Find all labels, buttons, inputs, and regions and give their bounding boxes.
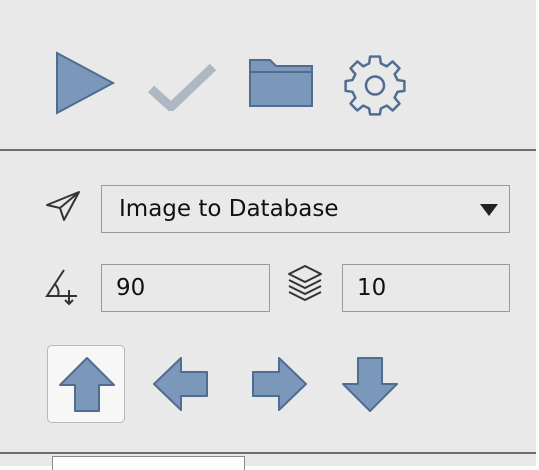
layers-icon (285, 262, 325, 306)
control-panel: Image to Database (0, 0, 536, 470)
send-plane-icon (45, 190, 81, 226)
validate-button[interactable] (147, 63, 217, 111)
bottom-divider (0, 452, 536, 454)
check-icon (147, 63, 217, 111)
arrow-left-icon (153, 357, 208, 411)
direction-right-button[interactable] (240, 345, 318, 423)
open-folder-button[interactable] (248, 54, 314, 108)
arrow-right-icon (252, 357, 307, 411)
tooltip (52, 456, 245, 470)
run-button[interactable] (53, 50, 117, 116)
gear-icon (344, 55, 406, 116)
direction-up-button[interactable] (47, 345, 125, 423)
layers-field[interactable] (342, 264, 510, 312)
direction-left-button[interactable] (142, 345, 220, 423)
mode-dropdown[interactable]: Image to Database (101, 185, 510, 233)
play-icon (56, 51, 116, 115)
direction-down-button[interactable] (331, 345, 409, 423)
arrow-down-icon (342, 357, 398, 412)
section-divider (0, 149, 536, 151)
mode-dropdown-value: Image to Database (119, 196, 339, 222)
angle-field[interactable] (101, 264, 270, 312)
folder-icon (249, 59, 313, 107)
angle-icon (44, 268, 80, 310)
arrow-up-icon (59, 357, 115, 412)
chevron-down-icon (480, 204, 498, 216)
settings-button[interactable] (342, 52, 408, 116)
